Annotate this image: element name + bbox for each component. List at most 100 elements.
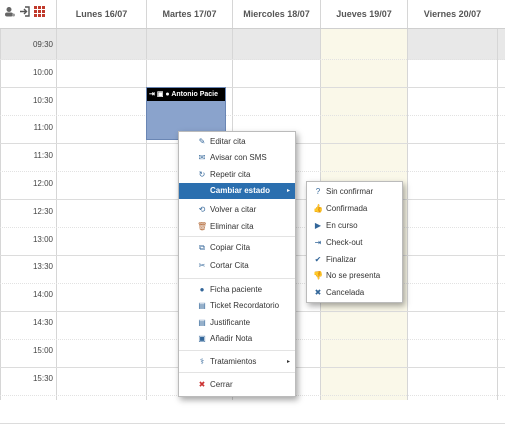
menu-divider [179, 278, 295, 279]
grid-view-icon[interactable] [34, 6, 46, 17]
time-label: 14:30 [32, 318, 53, 327]
menu-item-label: Avisar con SMS [210, 153, 267, 162]
menu-item-no-se-presenta[interactable]: 👎 No se presenta [307, 268, 402, 284]
checkout-icon: ⇥ [314, 238, 322, 247]
time-label: 13:00 [32, 234, 53, 244]
time-label: 13:30 [32, 262, 53, 272]
menu-item-label: Añadir Nota [210, 334, 253, 343]
submenu-arrow-icon: ▸ [287, 188, 291, 194]
menu-divider [179, 236, 295, 237]
menu-item-añadir-nota[interactable]: ▣ Añadir Nota [179, 331, 295, 347]
copy-icon: ⧉ [199, 243, 205, 252]
menu-item-label: Tratamientos [210, 357, 257, 366]
time-label: 09:30 [32, 40, 53, 49]
menu-item-en-curso[interactable]: ▶ En curso [307, 218, 402, 234]
menu-item-label: No se presenta [326, 271, 381, 280]
time-label: 12:00 [32, 179, 53, 188]
menu-item-label: Volver a citar [210, 205, 257, 214]
thumbs-up-icon: 👍 [313, 204, 323, 213]
printer-icon: ▤ [198, 318, 206, 327]
menu-item-label: En curso [326, 221, 358, 230]
menu-item-repetir-cita[interactable]: ↻ Repetir cita [179, 167, 295, 183]
user-icon: ● [199, 285, 205, 294]
question-icon: ? [315, 187, 321, 196]
time-label: 10:00 [32, 67, 53, 77]
day-header-mon[interactable]: Lunes 16/07 [56, 0, 146, 28]
menu-item-label: Copiar Cita [210, 243, 251, 252]
day-header-wed[interactable]: Miercoles 18/07 [232, 0, 320, 28]
stethoscope-icon: ⚕ [199, 357, 205, 366]
check-icon: ✔ [314, 255, 322, 264]
time-label: 11:00 [33, 123, 53, 133]
day-header-thu[interactable]: Jueves 19/07 [320, 0, 407, 28]
menu-item-label: Justificante [210, 318, 251, 327]
header-tools [4, 6, 46, 17]
time-label: 15:30 [32, 373, 53, 383]
time-slot-row [0, 32, 505, 60]
calendar-week-view: 09:30 10:00 10:30 11:00 11:30 12:00 12:30 13:00… [0, 0, 505, 424]
menu-item-label: Ficha paciente [210, 285, 263, 294]
menu-item-confirmada[interactable]: 👍 Confirmada [307, 201, 402, 217]
repeat-icon: ↻ [198, 170, 206, 179]
menu-item-ticket-recordatorio[interactable]: ▤ Ticket Recordatorio [179, 298, 295, 314]
refresh-icon: ⟲ [198, 205, 206, 214]
menu-item-avisar-con-sms[interactable]: ✉ Avisar con SMS [179, 150, 295, 166]
time-slot-row [0, 60, 505, 88]
time-label: 15:00 [32, 345, 53, 355]
menu-item-label: Ticket Recordatorio [210, 301, 280, 310]
scissors-icon: ✂ [198, 261, 206, 270]
menu-item-finalizar[interactable]: ✔ Finalizar [307, 252, 402, 268]
note-icon: ▣ [198, 334, 206, 343]
menu-item-cerrar[interactable]: ✖ Cerrar [179, 377, 295, 393]
trash-icon: 🗑 [197, 222, 208, 231]
login-icon[interactable] [19, 6, 30, 17]
menu-item-cortar-cita[interactable]: ✂ Cortar Cita [179, 258, 295, 274]
menu-item-copiar-cita[interactable]: ⧉ Copiar Cita [179, 240, 295, 256]
menu-item-cambiar-estado[interactable]: Cambiar estado ▸ [179, 183, 295, 199]
menu-item-label: Cortar Cita [210, 261, 249, 270]
time-slot-row [0, 396, 505, 424]
printer-icon: ▤ [198, 301, 206, 310]
menu-item-ficha-paciente[interactable]: ● Ficha paciente [179, 282, 295, 298]
user-settings-icon[interactable] [4, 6, 15, 17]
menu-item-cancelada[interactable]: ✖ Cancelada [307, 285, 402, 301]
menu-item-sin-confirmar[interactable]: ? Sin confirmar [307, 184, 402, 200]
menu-item-label: Sin confirmar [326, 187, 374, 196]
status-submenu: ? Sin confirmar 👍 Confirmada ▶ En curso ⇥ Check… [306, 181, 403, 303]
menu-item-label: Editar cita [210, 137, 246, 146]
envelope-icon: ✉ [198, 153, 206, 162]
menu-item-tratamientos[interactable]: ⚕ Tratamientos ▸ [179, 354, 295, 370]
cancel-icon: ✖ [314, 288, 322, 297]
menu-item-label: Finalizar [326, 255, 357, 264]
menu-item-label: Confirmada [326, 204, 368, 213]
menu-item-label: Eliminar cita [210, 222, 254, 231]
day-header-fri[interactable]: Viernes 20/07 [407, 0, 497, 28]
time-label: 10:30 [32, 95, 53, 105]
time-label: 12:30 [32, 206, 53, 216]
pencil-icon: ✎ [198, 137, 206, 146]
thumbs-down-icon: 👎 [313, 271, 323, 280]
menu-item-justificante[interactable]: ▤ Justificante [179, 315, 295, 331]
appointment-context-menu: ✎ Editar cita ✉ Avisar con SMS ↻ Repetir cita… [178, 131, 296, 397]
menu-item-label: Check-out [326, 238, 363, 247]
menu-item-editar-cita[interactable]: ✎ Editar cita [179, 134, 295, 150]
menu-item-label: Repetir cita [210, 170, 251, 179]
menu-item-label: Cambiar estado [210, 186, 271, 195]
menu-divider [179, 372, 295, 373]
appointment-header: ⇥ ▣ ● Antonio Pacie [147, 88, 225, 101]
menu-divider [179, 350, 295, 351]
close-icon: ✖ [198, 380, 206, 389]
sms-icon: ▣ [156, 91, 164, 98]
in-progress-icon: ▶ [314, 221, 322, 230]
menu-item-label: Cerrar [210, 380, 233, 389]
appointment-patient-name: Antonio Pacie [171, 91, 219, 98]
time-label: 11:30 [33, 151, 53, 161]
user-icon: ● [165, 91, 170, 98]
day-header-tue[interactable]: Martes 17/07 [146, 0, 232, 28]
menu-item-eliminar-cita[interactable]: 🗑 Eliminar cita [179, 219, 295, 235]
menu-item-volver-a-citar[interactable]: ⟲ Volver a citar [179, 202, 295, 218]
calendar-header: Lunes 16/07 Martes 17/07 Miercoles 18/07… [0, 0, 505, 29]
menu-item-check-out[interactable]: ⇥ Check-out [307, 235, 402, 251]
time-label: 14:00 [32, 290, 53, 300]
submenu-arrow-icon: ▸ [287, 359, 291, 365]
